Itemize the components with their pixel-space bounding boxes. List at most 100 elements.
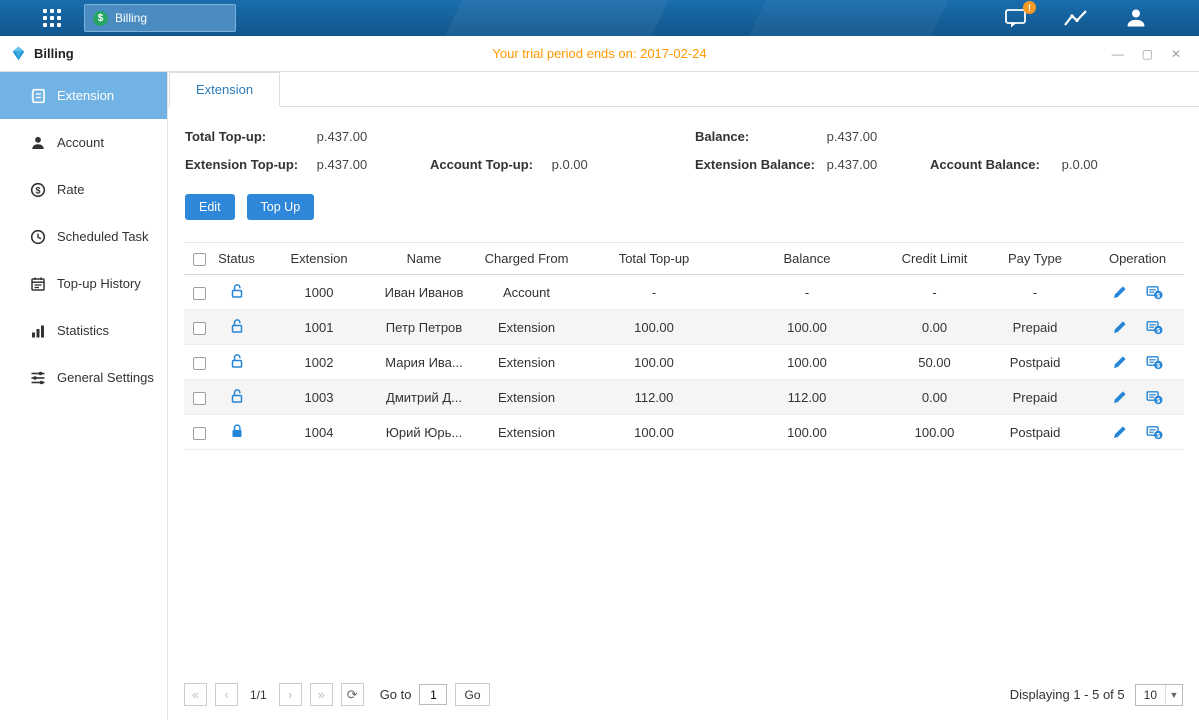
displaying-text: Displaying 1 - 5 of 5	[1010, 687, 1125, 702]
account-person-icon	[30, 135, 46, 151]
header-operation: Operation	[1091, 243, 1184, 275]
taskbar-tab-label: Billing	[115, 11, 147, 25]
sidebar-item-account[interactable]: Account	[0, 119, 167, 166]
topup-money-icon[interactable]: $	[1146, 424, 1163, 440]
app-body: Extension Account $ Rate	[0, 72, 1199, 720]
edit-button[interactable]: Edit	[185, 194, 235, 220]
extension-topup-label: Extension Top-up:	[185, 157, 313, 172]
cell-credit-limit: 100.00	[890, 415, 979, 450]
last-page-button[interactable]: »	[310, 683, 333, 706]
sidebar-item-general-settings[interactable]: General Settings	[0, 354, 167, 401]
close-icon[interactable]: ✕	[1171, 48, 1181, 60]
topup-money-icon[interactable]: $	[1146, 284, 1163, 300]
tab-extension[interactable]: Extension	[169, 72, 280, 107]
cell-name: Дмитрий Д...	[379, 380, 469, 415]
cell-total-topup: 100.00	[584, 415, 724, 450]
reports-chart-icon[interactable]	[1063, 6, 1089, 30]
svg-text:$: $	[1156, 433, 1160, 440]
cell-name: Мария Ива...	[379, 345, 469, 380]
row-checkbox[interactable]	[193, 392, 206, 405]
select-all-checkbox[interactable]	[193, 253, 206, 266]
header-pay-type: Pay Type	[979, 243, 1091, 275]
table-row: 1001 Петр Петров Extension 100.00 100.00…	[184, 310, 1184, 345]
topup-button[interactable]: Top Up	[247, 194, 315, 220]
header-name: Name	[379, 243, 469, 275]
balance-label: Balance:	[695, 129, 823, 144]
table-row: 1002 Мария Ива... Extension 100.00 100.0…	[184, 345, 1184, 380]
cell-name: Петр Петров	[379, 310, 469, 345]
refresh-button[interactable]: ⟳	[341, 683, 364, 706]
sidebar-item-scheduled-task[interactable]: Scheduled Task	[0, 213, 167, 260]
cell-charged-from: Extension	[469, 380, 584, 415]
goto-label: Go to	[380, 687, 412, 702]
cell-extension: 1002	[259, 345, 379, 380]
edit-pencil-icon[interactable]	[1112, 389, 1128, 405]
page-indicator: 1/1	[250, 688, 267, 702]
topup-money-icon[interactable]: $	[1146, 354, 1163, 370]
cell-total-topup: 100.00	[584, 345, 724, 380]
cell-name: Юрий Юрь...	[379, 415, 469, 450]
account-topup-label: Account Top-up:	[430, 157, 548, 172]
cell-charged-from: Extension	[469, 310, 584, 345]
maximize-icon[interactable]: ▢	[1142, 48, 1153, 60]
edit-pencil-icon[interactable]	[1112, 424, 1128, 440]
sidebar-item-label: Scheduled Task	[57, 229, 149, 244]
goto-page-input[interactable]	[419, 684, 447, 705]
cell-credit-limit: 50.00	[890, 345, 979, 380]
sidebar-item-rate[interactable]: $ Rate	[0, 166, 167, 213]
prev-page-icon: ‹	[224, 687, 228, 702]
account-topup-field: Account Top-up: p.0.00	[430, 157, 695, 172]
edit-pencil-icon[interactable]	[1112, 354, 1128, 370]
sidebar-item-statistics[interactable]: Statistics	[0, 307, 167, 354]
row-checkbox[interactable]	[193, 357, 206, 370]
extension-balance-value: p.437.00	[827, 157, 878, 172]
pagination-right: Displaying 1 - 5 of 5 10 ▼	[1010, 684, 1183, 706]
billing-app-screen: $ Billing !	[0, 0, 1199, 720]
edit-pencil-icon[interactable]	[1112, 284, 1128, 300]
next-page-icon: ›	[288, 687, 292, 702]
user-account-icon[interactable]	[1123, 6, 1149, 30]
sidebar-item-label: Account	[57, 135, 104, 150]
sidebar-item-extension[interactable]: Extension	[0, 72, 167, 119]
sliders-icon	[30, 370, 46, 386]
app-launcher-icon[interactable]	[38, 4, 66, 32]
cell-balance: -	[724, 275, 890, 310]
balance-value: p.437.00	[827, 129, 878, 144]
cell-balance: 100.00	[724, 415, 890, 450]
topup-money-icon[interactable]: $	[1146, 389, 1163, 405]
window-title: Billing	[34, 46, 74, 61]
refresh-icon: ⟳	[347, 687, 358, 703]
prev-page-button[interactable]: ‹	[215, 683, 238, 706]
svg-text:$: $	[1156, 328, 1160, 335]
sidebar-item-label: Statistics	[57, 323, 109, 338]
cell-credit-limit: -	[890, 275, 979, 310]
notifications-chat-icon[interactable]: !	[1003, 6, 1029, 30]
first-page-button[interactable]: «	[184, 683, 207, 706]
cell-extension: 1004	[259, 415, 379, 450]
tab-strip: Extension	[168, 72, 1199, 107]
sidebar: Extension Account $ Rate	[0, 72, 168, 720]
sidebar-item-label: General Settings	[57, 370, 154, 385]
next-page-button[interactable]: ›	[279, 683, 302, 706]
cell-extension: 1000	[259, 275, 379, 310]
status-unlock-icon	[229, 357, 245, 372]
table-row: 1003 Дмитрий Д... Extension 112.00 112.0…	[184, 380, 1184, 415]
taskbar-tab-billing[interactable]: $ Billing	[84, 4, 236, 32]
sidebar-item-topup-history[interactable]: Top-up History	[0, 260, 167, 307]
cell-balance: 112.00	[724, 380, 890, 415]
row-checkbox[interactable]	[193, 322, 206, 335]
row-checkbox[interactable]	[193, 287, 206, 300]
total-topup-value: p.437.00	[317, 129, 368, 144]
page-size-value: 10	[1136, 688, 1165, 702]
go-button[interactable]: Go	[455, 683, 489, 706]
cell-name: Иван Иванов	[379, 275, 469, 310]
edit-pencil-icon[interactable]	[1112, 319, 1128, 335]
row-checkbox[interactable]	[193, 427, 206, 440]
minimize-icon[interactable]: —	[1112, 48, 1124, 60]
svg-text:$: $	[1156, 398, 1160, 405]
status-unlock-icon	[229, 392, 245, 407]
account-topup-value: p.0.00	[552, 157, 588, 172]
window-titlebar: Billing Your trial period ends on: 2017-…	[0, 36, 1199, 72]
page-size-select[interactable]: 10 ▼	[1135, 684, 1183, 706]
topup-money-icon[interactable]: $	[1146, 319, 1163, 335]
